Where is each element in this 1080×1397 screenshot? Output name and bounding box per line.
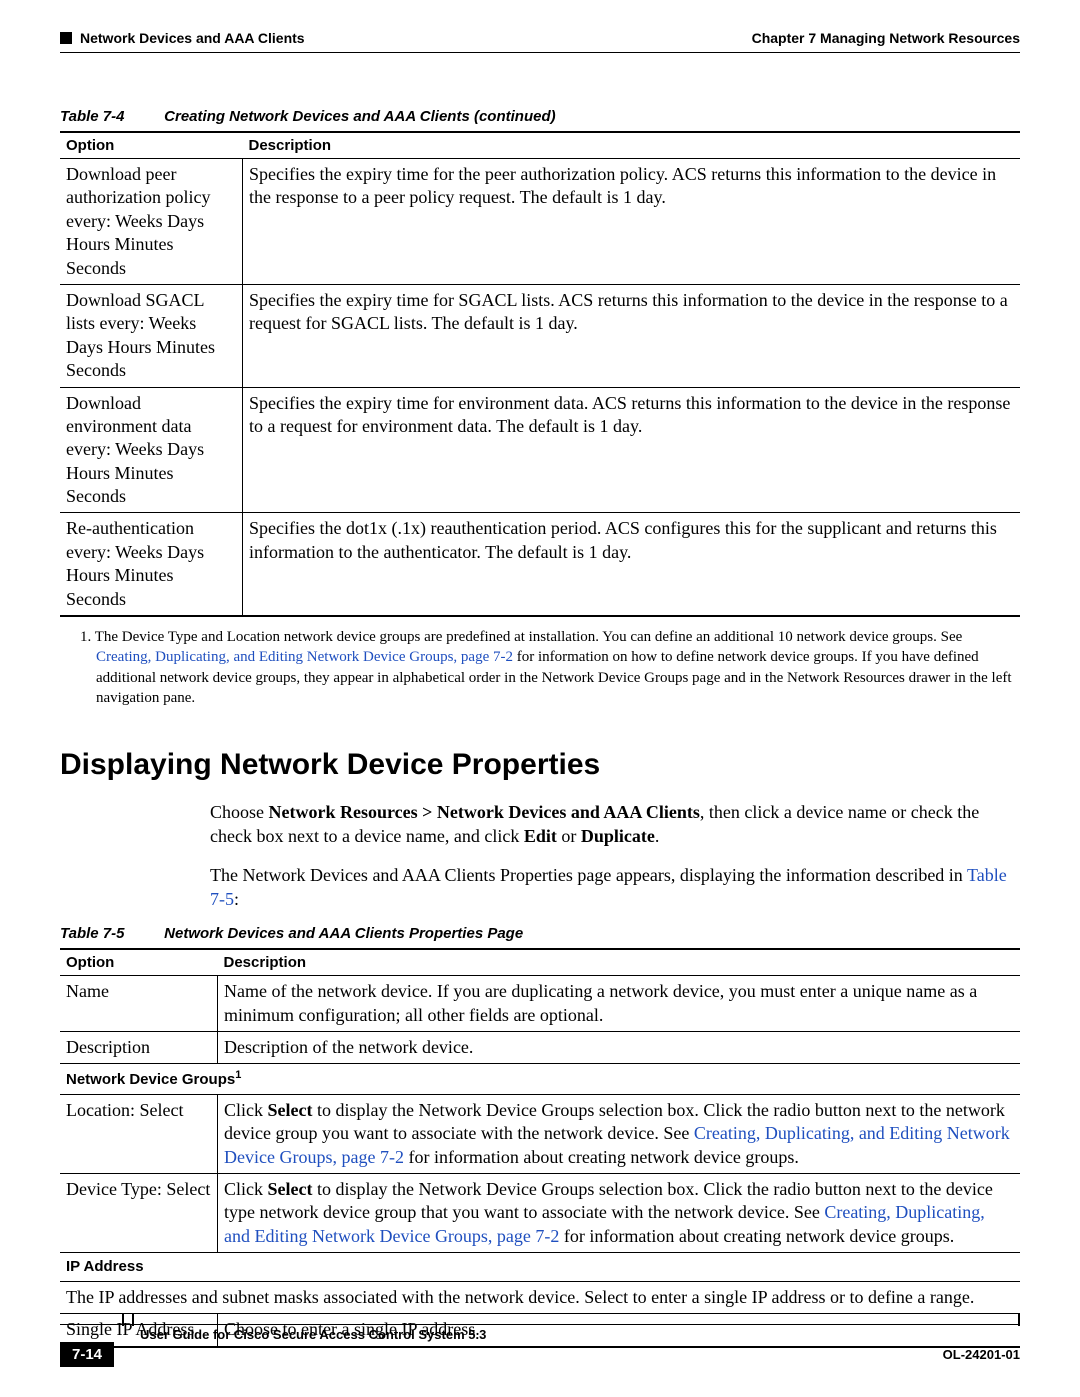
fn-pre: The Device Type and Location network dev… [95, 629, 963, 645]
fn-num: 1. [80, 629, 91, 645]
table75: Option Description Name Name of the netw… [60, 948, 1020, 1347]
header-chapter: Chapter 7 Managing Network Resources [752, 30, 1020, 46]
t75-desc-d: Description of the network device. [218, 1032, 1021, 1064]
table-row: Device Type: Select Click Select to disp… [60, 1174, 1020, 1253]
page: Network Devices and AAA Clients Chapter … [0, 0, 1080, 1397]
t74-r1-desc: Specifies the expiry time for SGACL list… [243, 284, 1021, 387]
t75-head-desc: Description [218, 949, 1021, 976]
p1-b3: Duplicate [581, 826, 655, 846]
loc-pre: Click [224, 1100, 268, 1120]
t74-r3-desc: Specifies the dot1x (.1x) reauthenticati… [243, 513, 1021, 616]
t74-r0-desc: Specifies the expiry time for the peer a… [243, 159, 1021, 285]
t74-r1-option: Download SGACL lists every: Weeks Days H… [60, 284, 243, 387]
t75-name-o: Name [60, 976, 218, 1032]
t75-ip-intro: The IP addresses and subnet masks associ… [60, 1281, 1020, 1313]
table-row: Re-authentication every: Weeks Days Hour… [60, 513, 1020, 616]
table74-text: Creating Network Devices and AAA Clients… [164, 108, 555, 125]
page-footer: User Guide for Cisco Secure Access Contr… [60, 1324, 1020, 1367]
section-p1: Choose Network Resources > Network Devic… [60, 800, 1020, 849]
table-row: Location: Select Click Select to display… [60, 1094, 1020, 1173]
section-p2: The Network Devices and AAA Clients Prop… [60, 863, 1020, 912]
crop-mark-icon [1018, 1314, 1020, 1326]
t74-head-desc: Description [243, 132, 1021, 159]
table-section-row: Network Device Groups1 [60, 1064, 1020, 1095]
p1-pre: Choose [210, 802, 269, 822]
footer-guide-title: User Guide for Cisco Secure Access Contr… [60, 1325, 486, 1342]
footnote-ref-icon: 1 [235, 1069, 241, 1081]
running-header: Network Devices and AAA Clients Chapter … [60, 30, 1020, 46]
t74-r3-option: Re-authentication every: Weeks Days Hour… [60, 513, 243, 616]
crop-mark-icon [122, 1314, 124, 1326]
dt-post: for information about creating network d… [559, 1226, 954, 1246]
t74-r0-option: Download peer authorization policy every… [60, 159, 243, 285]
table-row: The IP addresses and subnet masks associ… [60, 1281, 1020, 1313]
t75-loc-o: Location: Select [60, 1094, 218, 1173]
p1-b2: Edit [524, 826, 557, 846]
t75-sec-ndg: Network Device Groups1 [60, 1064, 1020, 1095]
t75-loc-d: Click Select to display the Network Devi… [218, 1094, 1021, 1173]
table75-text: Network Devices and AAA Clients Properti… [164, 925, 523, 942]
t74-head-option: Option [60, 132, 243, 159]
loc-b: Select [268, 1100, 313, 1120]
p2-end: : [234, 889, 239, 909]
t75-sec-ip: IP Address [60, 1253, 1020, 1282]
header-marker-icon [60, 32, 72, 44]
t75-sec-ndg-text: Network Device Groups [66, 1071, 235, 1088]
table-row: Download peer authorization policy every… [60, 159, 1020, 285]
table74-num: Table 7-4 [60, 108, 160, 125]
t75-dt-d: Click Select to display the Network Devi… [218, 1174, 1021, 1253]
p1-b1: Network Resources > Network Devices and … [269, 802, 700, 822]
crop-mark-icon [132, 1314, 134, 1326]
dt-b: Select [268, 1179, 313, 1199]
t75-desc-o: Description [60, 1032, 218, 1064]
loc-post: for information about creating network d… [404, 1147, 799, 1167]
table-row: Description Description of the network d… [60, 1032, 1020, 1064]
t75-head-option: Option [60, 949, 218, 976]
table74-caption: Table 7-4 Creating Network Devices and A… [60, 108, 1020, 125]
t75-name-d: Name of the network device. If you are d… [218, 976, 1021, 1032]
header-section: Network Devices and AAA Clients [80, 30, 305, 46]
dt-pre: Click [224, 1179, 268, 1199]
p2-pre: The Network Devices and AAA Clients Prop… [210, 865, 967, 885]
header-rule [60, 52, 1020, 53]
footer-doc-number: OL-24201-01 [943, 1347, 1020, 1362]
t75-dt-o: Device Type: Select [60, 1174, 218, 1253]
page-number-badge: 7-14 [60, 1342, 114, 1367]
p1-or: or [557, 826, 581, 846]
t74-r2-option: Download environment data every: Weeks D… [60, 387, 243, 513]
fn-link[interactable]: Creating, Duplicating, and Editing Netwo… [96, 649, 513, 665]
table74-footnote: 1. The Device Type and Location network … [80, 627, 1020, 708]
p1-end: . [655, 826, 660, 846]
table75-caption: Table 7-5 Network Devices and AAA Client… [60, 925, 1020, 942]
table-row: Download environment data every: Weeks D… [60, 387, 1020, 513]
t74-r2-desc: Specifies the expiry time for environmen… [243, 387, 1021, 513]
table-row: Download SGACL lists every: Weeks Days H… [60, 284, 1020, 387]
table-row: Name Name of the network device. If you … [60, 976, 1020, 1032]
table74: Option Description Download peer authori… [60, 131, 1020, 617]
table75-num: Table 7-5 [60, 925, 160, 942]
section-title: Displaying Network Device Properties [60, 748, 1020, 782]
table-section-row: IP Address [60, 1253, 1020, 1282]
